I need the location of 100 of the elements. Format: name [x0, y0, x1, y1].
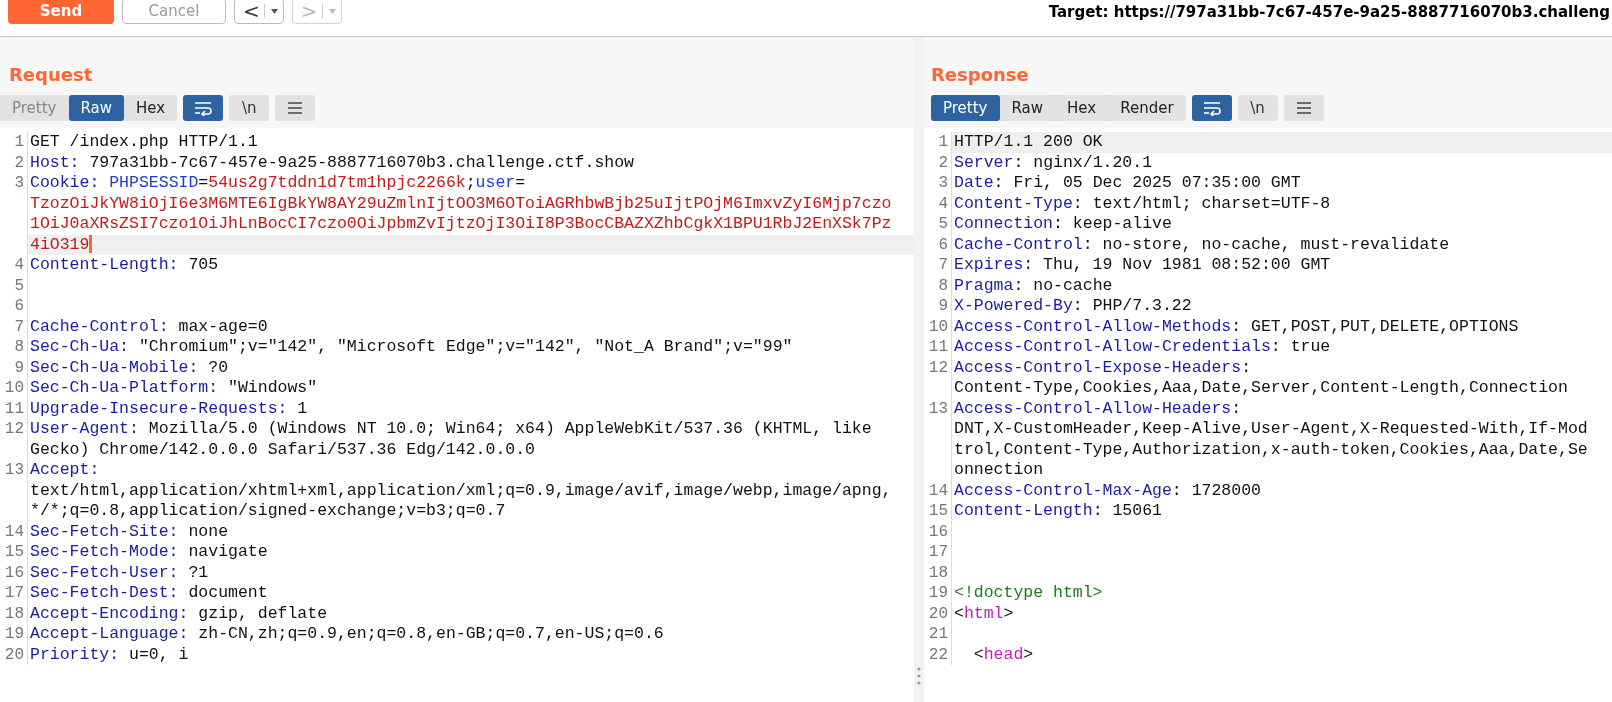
- line-number: 11: [924, 337, 952, 358]
- header-name: Accept-Encoding:: [30, 603, 189, 623]
- code-text: <: [954, 603, 964, 623]
- cookie-value: 54us2g7tddn1d7tm1hpjc2266k: [208, 173, 466, 192]
- code-text: : text/html; charset=UTF-8: [1072, 193, 1331, 213]
- wrap-button[interactable]: [1191, 95, 1232, 121]
- line-number: 9: [924, 296, 952, 317]
- line-number: 15: [0, 542, 28, 563]
- line-number: 20: [924, 603, 952, 624]
- cookie-value: 4iO319: [30, 234, 90, 254]
- code-text: :: [1241, 357, 1252, 377]
- line-number: 8: [924, 275, 952, 296]
- drag-handle-icon[interactable]: [917, 666, 921, 686]
- code-text: 797a31bb-7c67-457e-9a25-8887716070b3.challenge.ctf.show: [88, 152, 634, 172]
- code-text: : GET,POST,PUT,DELETE,OPTIONS: [1231, 316, 1519, 336]
- code-text: onnection: [954, 460, 1044, 479]
- header-name: Sec-Fetch-User:: [30, 562, 179, 582]
- line-number: 22: [924, 644, 952, 665]
- line-number: 10: [0, 378, 28, 399]
- line-number: 6: [0, 296, 28, 317]
- view-tab[interactable]: Raw: [68, 95, 125, 121]
- line-number: 19: [0, 624, 28, 645]
- line-number: 2: [924, 152, 952, 173]
- code-text: */*;q=0.8,application/signed-exchange;v=b3;q=0.7: [30, 501, 506, 520]
- line-number: 4: [0, 255, 28, 276]
- header-name: Sec-Fetch-Dest:: [30, 583, 179, 602]
- code-text: : Fri, 05 Dec 2025 07:35:00 GMT: [993, 173, 1301, 192]
- code-text: trol,Content-Type,Authorization,x-auth-token,Cookies,Aaa,Date,Se: [954, 439, 1588, 459]
- code-text: :: [1231, 398, 1242, 418]
- code-text: zh-CN,zh;q=0.9,en;q=0.8,en-GB;q=0.7,en-US;q=0.6: [197, 624, 664, 643]
- line-number: 17: [924, 542, 952, 563]
- header-name: Cache-Control: [954, 234, 1083, 254]
- header-name: Connection: [954, 214, 1054, 233]
- header-name: Sec-Fetch-Mode:: [30, 542, 179, 561]
- code-text: : Thu, 19 Nov 1981 08:52:00 GMT: [1023, 255, 1331, 274]
- code-text: : no-store, no-cache, must-revalidate: [1082, 234, 1450, 254]
- cookie-name: PHPSESSID: [109, 173, 199, 192]
- code-text: GET /index.php HTTP/1.1: [30, 132, 258, 151]
- line-number: 15: [924, 501, 952, 522]
- line-number: 20: [0, 644, 28, 665]
- line-number: 19: [924, 583, 952, 604]
- code-text: navigate: [187, 542, 268, 561]
- code-text: =: [198, 173, 209, 192]
- newline-button[interactable]: \n: [1237, 95, 1278, 121]
- menu-button[interactable]: [1283, 95, 1324, 121]
- view-tab[interactable]: Pretty: [931, 95, 1000, 121]
- header-name: Content-Length:: [30, 255, 179, 274]
- header-name: Access-Control-Allow-Headers: [954, 398, 1232, 418]
- line-number: 16: [924, 521, 952, 542]
- line-number: 13: [924, 398, 952, 481]
- back-button[interactable]: <: [234, 0, 284, 24]
- line-number: 16: [0, 562, 28, 583]
- code-text: <: [972, 644, 984, 664]
- tag-name: head: [983, 644, 1024, 664]
- code-text: 1: [296, 398, 308, 418]
- line-number: 14: [924, 480, 952, 501]
- header-name: Sec-Ch-Ua:: [30, 337, 130, 356]
- code-text: "Windows": [227, 378, 318, 397]
- header-name: Access-Control-Expose-Headers: [954, 357, 1242, 377]
- target-url: Target: https://797a31bb-7c67-457e-9a25-8887716070b3.challeng: [1048, 3, 1610, 21]
- menu-button[interactable]: [275, 95, 316, 121]
- line-number: 7: [924, 255, 952, 276]
- line-number: 10: [924, 316, 952, 337]
- header-name: Cookie:: [30, 173, 101, 192]
- wrap-icon: [193, 100, 214, 116]
- code-text: : no-cache: [1013, 275, 1113, 295]
- code-text: DNT,X-CustomHeader,Keep-Alive,User-Agent,X-Requested-With,If-Mod: [954, 419, 1588, 438]
- code-text: u=0, i: [128, 644, 189, 664]
- code-text: 705: [187, 255, 219, 274]
- code-text: Content-Type,Cookies,Aaa,Date,Server,Content-Length,Connection: [954, 378, 1568, 397]
- header-name: Accept:: [30, 460, 100, 479]
- header-name: Content-Length: [954, 501, 1093, 520]
- header-name: X-Powered-By: [954, 296, 1073, 315]
- header-name: Pragma: [954, 275, 1014, 295]
- line-number: 2: [0, 152, 28, 173]
- caret-icon: [263, 4, 279, 18]
- code-text: : nginx/1.20.1: [1013, 152, 1153, 172]
- code-text: Mozilla/5.0 (Windows NT 10.0; Win64; x64) AppleWebKit/537.36 (KHTML, like: [147, 419, 872, 438]
- code-text: none: [187, 521, 229, 541]
- line-number: 13: [0, 460, 28, 522]
- line-number: 18: [924, 562, 952, 583]
- line-number: 9: [0, 357, 28, 378]
- header-name: Server: [954, 152, 1014, 172]
- wrap-button[interactable]: [183, 95, 224, 121]
- header-name: Sec-Ch-Ua-Mobile:: [30, 357, 199, 377]
- header-name: Host:: [30, 152, 80, 172]
- header-name: Sec-Fetch-Site:: [30, 521, 179, 541]
- panel-title: Response: [924, 37, 1612, 95]
- line-number: 17: [0, 583, 28, 604]
- code-text: HTTP/1.1 200 OK: [954, 132, 1103, 151]
- line-number: 1: [0, 132, 28, 153]
- code-text: Gecko) Chrome/142.0.0.0 Safari/537.36 Edg/142.0.0.0: [30, 439, 535, 459]
- line-number: 4: [924, 193, 952, 214]
- code-text: ;: [465, 173, 476, 192]
- caret-icon: [321, 4, 337, 18]
- panel-title: Request: [0, 37, 914, 95]
- header-name: Sec-Ch-Ua-Platform:: [30, 378, 219, 397]
- line-number: 3: [924, 173, 952, 194]
- newline-button[interactable]: \n: [229, 95, 270, 121]
- tag-name: html: [963, 603, 1004, 623]
